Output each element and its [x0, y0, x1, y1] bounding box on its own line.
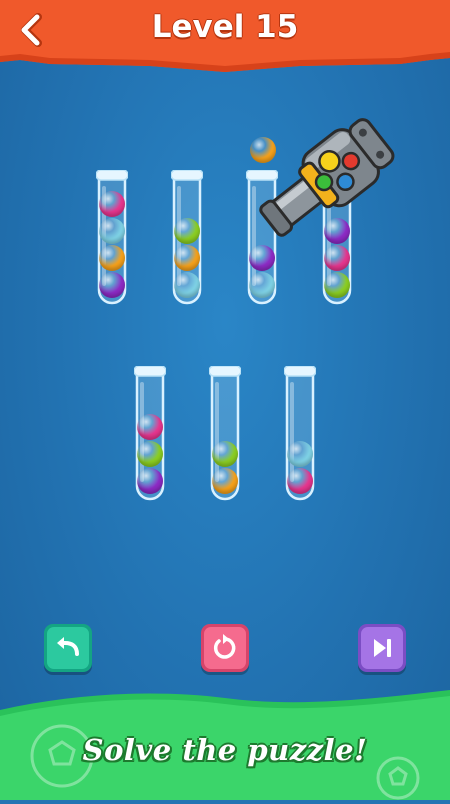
footer-message: Solve the puzzle! [82, 733, 368, 767]
undo-button[interactable] [44, 624, 92, 672]
ball-green [212, 441, 238, 467]
ball-teal [287, 441, 313, 467]
level-title: Level 15 [151, 9, 299, 45]
ball-teal [249, 272, 275, 298]
ball-launcher-icon [245, 110, 405, 250]
restart-icon [213, 634, 236, 659]
ball-purple [137, 468, 163, 494]
ball-green [324, 272, 350, 298]
ball-purple [99, 272, 125, 298]
skip-level-icon [374, 639, 391, 657]
ball-orange [174, 245, 200, 271]
undo-arrow-icon [57, 637, 79, 656]
ball-pink [287, 468, 313, 494]
tube-7[interactable] [284, 366, 316, 502]
ball-orange [212, 468, 238, 494]
skip-level-button[interactable] [358, 624, 406, 672]
tube-2[interactable] [171, 170, 203, 306]
tube-6[interactable] [209, 366, 241, 502]
tube-5[interactable] [134, 366, 166, 502]
ball-pink [137, 414, 163, 440]
ball-green [174, 218, 200, 244]
ball-pink [99, 191, 125, 217]
restart-button[interactable] [201, 624, 249, 672]
ball-teal [99, 218, 125, 244]
ball-green [137, 441, 163, 467]
ball-teal [174, 272, 200, 298]
header-bar: Level 15 [0, 0, 450, 72]
ball-orange [99, 245, 125, 271]
tube-1[interactable] [96, 170, 128, 306]
